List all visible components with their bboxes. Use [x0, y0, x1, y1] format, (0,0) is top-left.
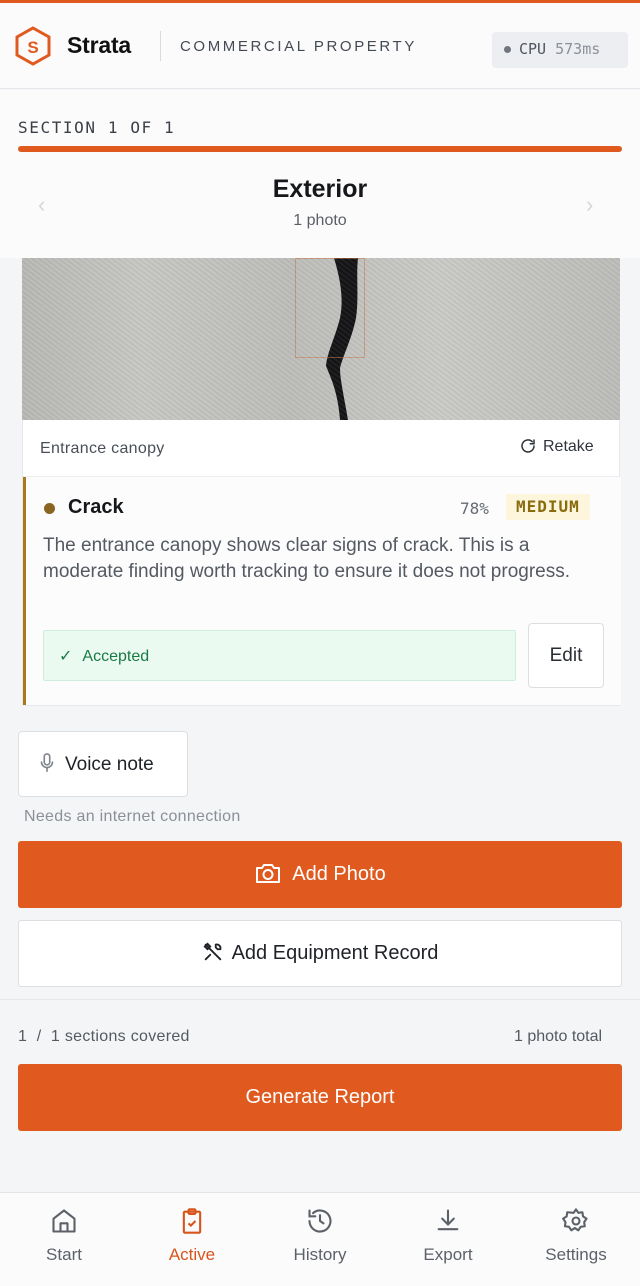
tools-icon	[203, 942, 221, 961]
add-equipment-label: Add Equipment Record	[231, 942, 439, 964]
summary-divider	[0, 999, 640, 1000]
svg-text:S: S	[27, 38, 38, 57]
tab-start-label: Start	[46, 1245, 82, 1264]
accepted-label: Accepted	[82, 648, 150, 665]
voice-note-label: Voice note	[65, 754, 154, 775]
tab-history-label: History	[293, 1245, 347, 1264]
tab-active-label: Active	[168, 1245, 216, 1264]
photo-caption: Entrance canopy	[40, 440, 165, 457]
add-photo-label: Add Photo	[292, 863, 386, 885]
retake-button[interactable]: Retake	[519, 437, 594, 456]
crack-image	[326, 258, 358, 420]
severity-badge: MEDIUM	[506, 494, 590, 520]
accepted-status: ✓ Accepted	[43, 630, 516, 681]
finding-panel: Crack 78% MEDIUM The entrance canopy sho…	[23, 477, 621, 705]
generate-report-button[interactable]: Generate Report	[18, 1064, 622, 1131]
tab-active[interactable]: Active	[128, 1193, 256, 1286]
add-equipment-button[interactable]: Add Equipment Record	[18, 920, 622, 987]
cpu-label: CPU	[519, 40, 547, 58]
tab-history[interactable]: History	[256, 1193, 384, 1286]
clipboard-check-icon	[182, 1208, 202, 1234]
app-header: S Strata COMMERCIAL PROPERTY CPU 573ms	[0, 3, 640, 89]
tab-settings[interactable]: Settings	[512, 1193, 640, 1286]
edit-button[interactable]: Edit	[528, 623, 604, 688]
voice-note-button[interactable]: Voice note	[18, 731, 188, 797]
gear-icon	[562, 1208, 588, 1232]
finding-confidence: 78%	[460, 499, 489, 518]
header-divider	[160, 31, 161, 61]
section-photo-count: 1 photo	[293, 212, 347, 229]
section-counter: SECTION 1 OF 1	[18, 118, 176, 137]
retake-label: Retake	[543, 438, 594, 455]
tab-settings-label: Settings	[545, 1245, 607, 1264]
inspection-photo[interactable]	[22, 258, 620, 420]
tab-start[interactable]: Start	[0, 1193, 128, 1286]
section-progress-bar	[18, 146, 622, 152]
bottom-tab-bar: Start Active History Export Settings	[0, 1192, 640, 1286]
microphone-icon	[40, 753, 54, 772]
sections-covered: 1 / 1 sections covered	[18, 1028, 190, 1045]
tab-export[interactable]: Export	[384, 1193, 512, 1286]
cpu-badge: CPU 573ms	[492, 32, 628, 68]
cpu-status-dot	[504, 46, 511, 53]
download-icon	[437, 1209, 459, 1231]
cpu-value: 573ms	[555, 40, 601, 58]
voice-note-hint: Needs an internet connection	[24, 808, 241, 825]
refresh-icon	[521, 439, 535, 453]
section-header: SECTION 1 OF 1 ‹ Exterior 1 photo ›	[0, 90, 640, 258]
history-icon	[308, 1209, 332, 1233]
finding-description: The entrance canopy shows clear signs of…	[43, 535, 571, 582]
check-icon: ✓	[59, 648, 73, 665]
brand-name: Strata	[67, 32, 131, 58]
severity-dot	[44, 503, 55, 514]
section-progress-fill	[18, 146, 622, 152]
add-photo-button[interactable]: Add Photo	[18, 841, 622, 908]
section-title: Exterior	[272, 175, 368, 203]
camera-icon	[256, 864, 281, 883]
photo-card: Entrance canopy Retake Crack 78% MEDIUM …	[22, 420, 621, 706]
property-type: COMMERCIAL PROPERTY	[180, 38, 417, 55]
strata-logo-icon: S	[15, 26, 51, 66]
tab-export-label: Export	[423, 1245, 473, 1264]
photo-total: 1 photo total	[514, 1028, 603, 1045]
home-icon	[52, 1209, 76, 1233]
detection-box	[295, 258, 365, 358]
chevron-right-icon[interactable]: ›	[586, 192, 593, 218]
finding-title: Crack	[68, 496, 124, 518]
